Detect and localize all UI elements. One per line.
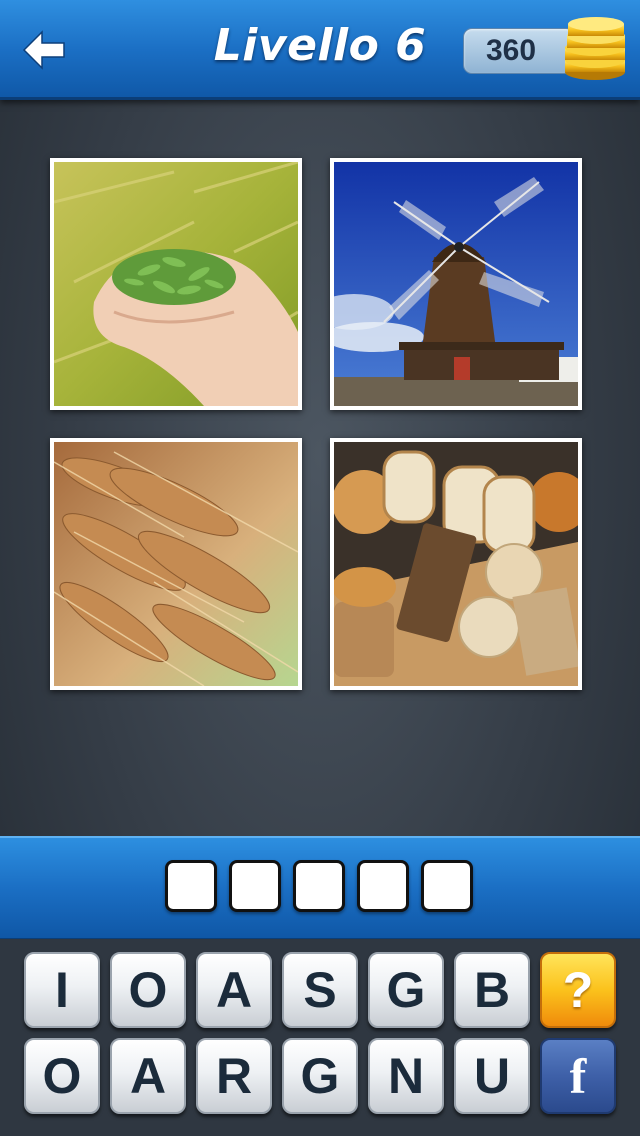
coin-count: 360 (485, 34, 537, 67)
letter-key[interactable]: B (454, 952, 530, 1028)
hint-button[interactable]: ? (540, 952, 616, 1028)
letter-key[interactable]: U (454, 1038, 530, 1114)
windmill-image (334, 162, 578, 406)
letter-keyboard: I O A S G B ? O A R G N U f (0, 939, 640, 1136)
letter-key[interactable]: A (196, 952, 272, 1028)
letter-key[interactable]: G (282, 1038, 358, 1114)
answer-slot-5[interactable] (421, 860, 473, 912)
picture-hands-grain[interactable] (50, 158, 302, 410)
letter-key[interactable]: O (24, 1038, 100, 1114)
letter-key[interactable]: S (282, 952, 358, 1028)
answer-slot-2[interactable] (229, 860, 281, 912)
top-bar: Livello 6 360 (0, 0, 640, 100)
wheat-image (54, 442, 298, 686)
letter-key[interactable]: O (110, 952, 186, 1028)
letter-key[interactable]: I (24, 952, 100, 1028)
back-button[interactable] (22, 30, 68, 70)
letter-key[interactable]: A (110, 1038, 186, 1114)
hands-grain-image (54, 162, 298, 406)
picture-windmill[interactable] (330, 158, 582, 410)
coins-icon (565, 17, 625, 80)
back-arrow-icon (22, 30, 65, 70)
coin-counter[interactable]: 360 (463, 28, 575, 74)
facebook-share-button[interactable]: f (540, 1038, 616, 1114)
picture-wheat[interactable] (50, 438, 302, 690)
answer-slot-4[interactable] (357, 860, 409, 912)
letter-key[interactable]: G (368, 952, 444, 1028)
letter-key[interactable]: N (368, 1038, 444, 1114)
bread-image (334, 442, 578, 686)
letter-key[interactable]: R (196, 1038, 272, 1114)
answer-slot-1[interactable] (165, 860, 217, 912)
picture-bread[interactable] (330, 438, 582, 690)
answer-slot-3[interactable] (293, 860, 345, 912)
answer-bar (0, 836, 640, 941)
level-title: Livello 6 (213, 20, 427, 71)
